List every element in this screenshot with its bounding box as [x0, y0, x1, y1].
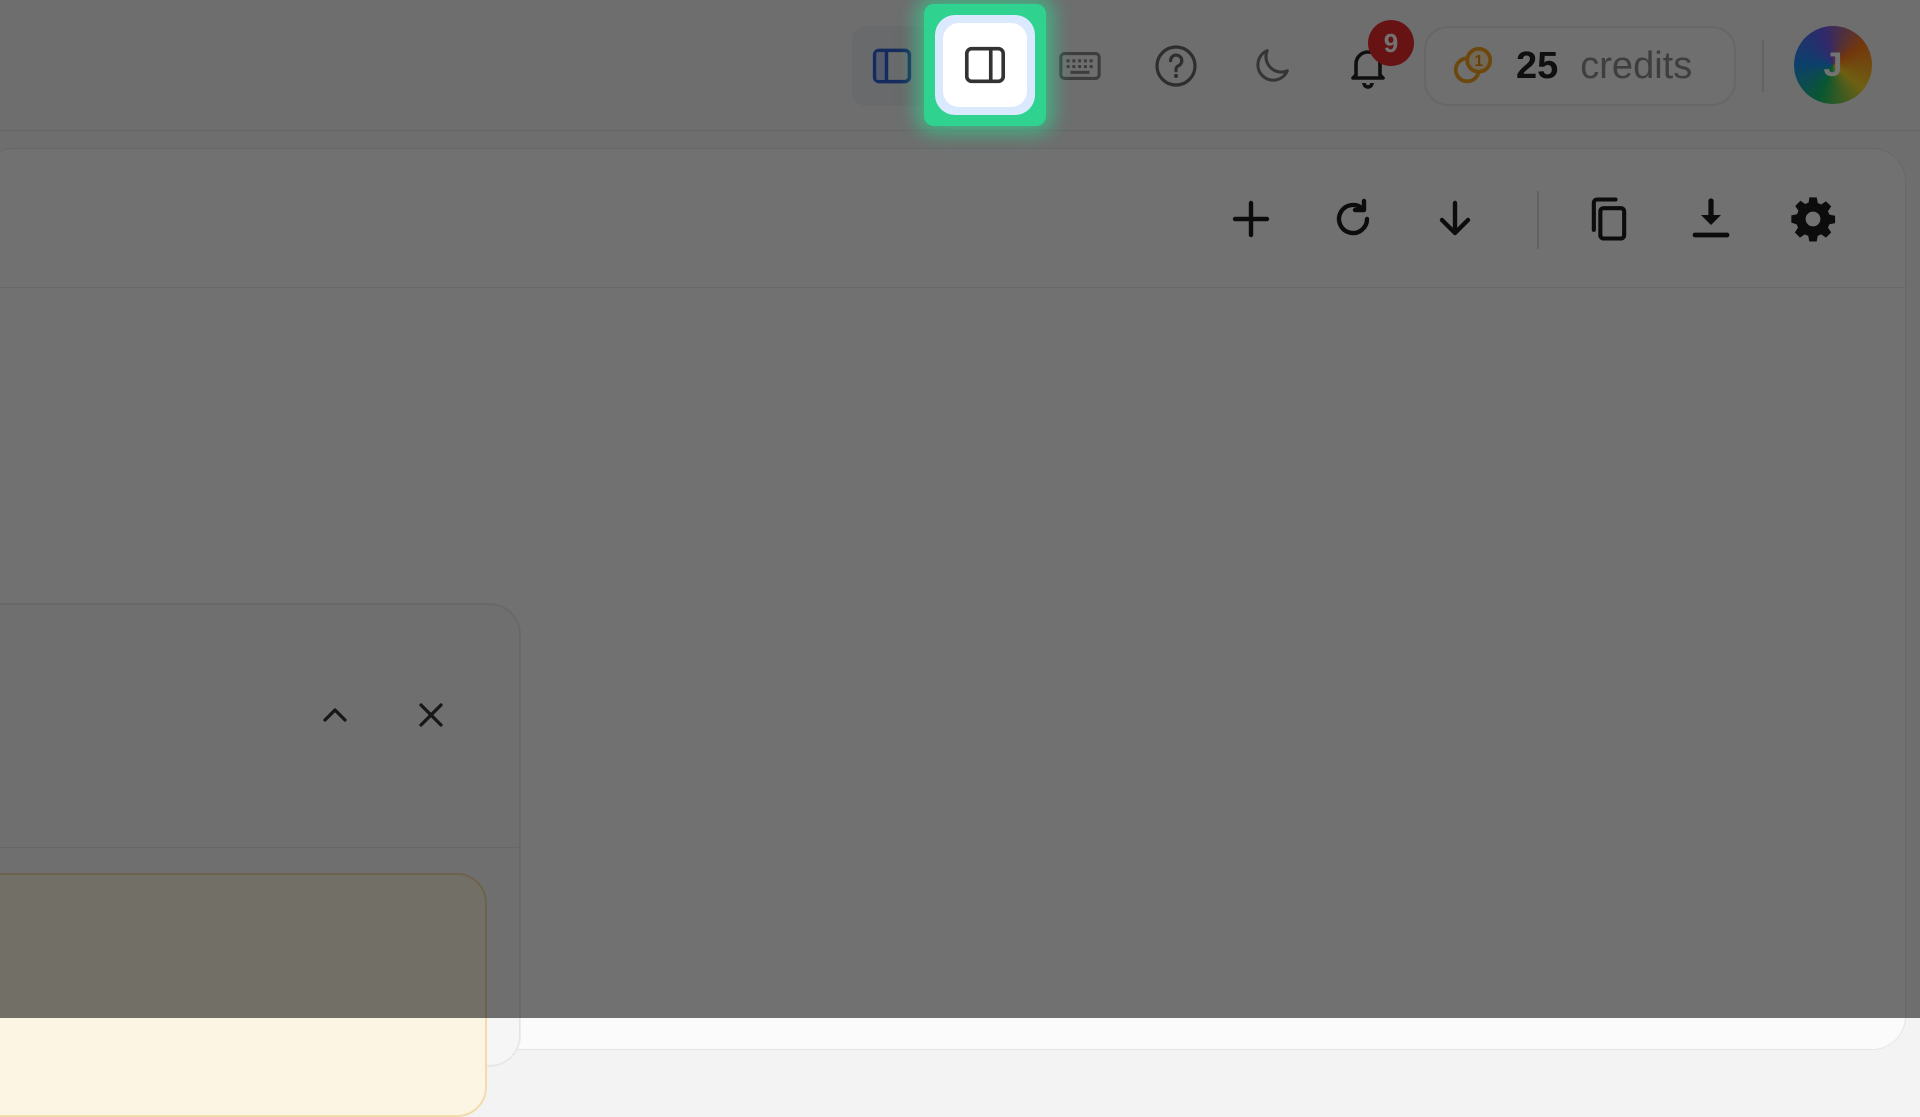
highlight-ring: [935, 15, 1035, 115]
keyboard-shortcuts-button[interactable]: [1040, 26, 1120, 106]
close-panel-button[interactable]: [401, 685, 461, 745]
credits-count: 25: [1516, 44, 1559, 87]
collapse-panel-button[interactable]: [305, 685, 365, 745]
toggle-right-sidebar-button[interactable]: [924, 4, 1046, 126]
download-icon: [1692, 198, 1730, 238]
arrow-down-icon: [1439, 200, 1471, 236]
chevron-up-icon: [323, 708, 347, 722]
notice-box: [0, 873, 487, 1117]
coins-icon: 1: [1453, 46, 1493, 84]
credits-pill[interactable]: 1 25 credits: [1424, 26, 1736, 106]
sidebar-left-icon: [872, 48, 912, 84]
help-icon: [1155, 45, 1197, 87]
user-avatar[interactable]: J: [1794, 26, 1872, 104]
floating-panel: [0, 604, 520, 1117]
download-button[interactable]: [1671, 179, 1751, 259]
gear-icon: [1791, 197, 1836, 242]
settings-button[interactable]: [1773, 179, 1853, 259]
credits-label: credits: [1580, 44, 1693, 87]
help-button[interactable]: [1136, 26, 1216, 106]
refresh-icon: [1336, 198, 1370, 236]
moon-icon: [1256, 49, 1289, 82]
plus-icon: [1232, 200, 1270, 238]
close-icon: [419, 703, 443, 727]
notification-count-badge: 9: [1368, 20, 1414, 66]
copy-button[interactable]: [1569, 179, 1649, 259]
avatar-initial: J: [1823, 45, 1843, 84]
add-button[interactable]: [1211, 179, 1291, 259]
copy-icon: [1591, 197, 1627, 241]
toggle-left-sidebar-button[interactable]: [852, 26, 932, 106]
scroll-down-button[interactable]: [1415, 179, 1495, 259]
sidebar-right-icon: [964, 46, 1006, 84]
toolbar-divider: [1537, 191, 1539, 249]
panel-header-divider: [0, 847, 519, 848]
highlight-core: [943, 23, 1027, 107]
keyboard-icon: [1059, 52, 1101, 80]
svg-text:1: 1: [1474, 53, 1483, 70]
panel-toolbar: [0, 149, 1905, 288]
header-divider: [1762, 40, 1764, 92]
refresh-button[interactable]: [1313, 179, 1393, 259]
dark-mode-toggle[interactable]: [1232, 26, 1312, 106]
